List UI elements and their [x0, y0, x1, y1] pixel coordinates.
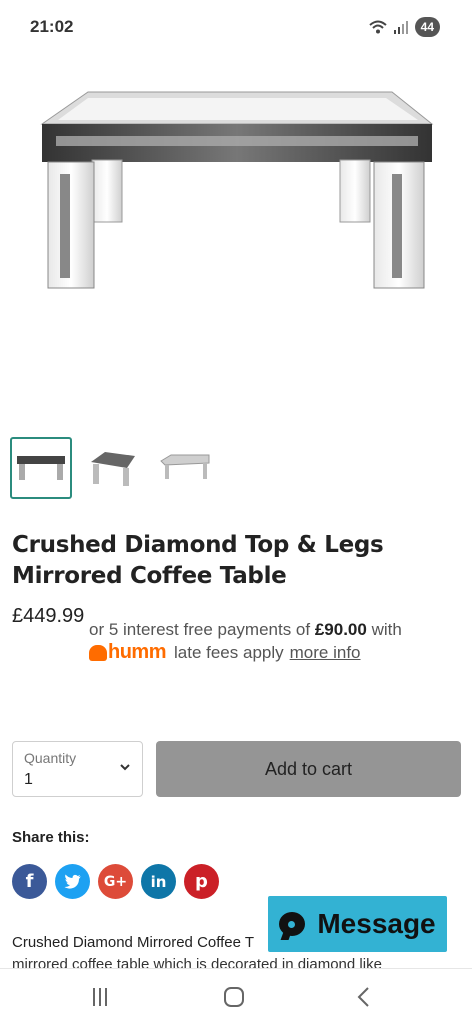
facebook-icon: f — [25, 871, 34, 892]
chevron-down-icon — [120, 764, 130, 771]
wifi-icon — [368, 20, 387, 34]
twitter-share-button[interactable] — [55, 864, 90, 899]
product-price: £449.99 — [12, 605, 85, 627]
quantity-select[interactable]: Quantity 1 — [12, 741, 143, 797]
chat-icon — [279, 912, 306, 936]
product-main-image[interactable] — [0, 56, 472, 416]
linkedin-icon: in — [150, 872, 167, 891]
humm-text-pre: or 5 interest free payments of — [89, 620, 315, 639]
battery-badge: 44 — [414, 17, 440, 37]
share-buttons: f G+ in p — [12, 864, 219, 899]
twitter-icon — [64, 874, 81, 889]
system-nav-bar — [0, 968, 472, 1024]
thumbnail-2[interactable] — [82, 437, 144, 499]
description-line-2: mirrored coffee table which is decorated… — [12, 956, 382, 968]
humm-logo: humm — [89, 641, 167, 664]
share-label: Share this: — [12, 829, 90, 846]
recent-apps-icon[interactable] — [93, 988, 111, 1006]
message-chat-button[interactable]: Message — [268, 896, 447, 952]
google-plus-icon: G+ — [103, 873, 128, 890]
quantity-value: 1 — [24, 771, 33, 788]
thumbnail-strip — [10, 437, 216, 499]
humm-line: humm late fees apply more info — [89, 641, 361, 664]
pinterest-icon: p — [195, 871, 208, 892]
thumbnail-3[interactable] — [154, 437, 216, 499]
home-icon[interactable] — [224, 987, 244, 1007]
add-to-cart-button[interactable]: Add to cart — [156, 741, 461, 797]
facebook-share-button[interactable]: f — [12, 864, 47, 899]
linkedin-share-button[interactable]: in — [141, 864, 176, 899]
status-icons: 44 — [368, 17, 440, 37]
status-time: 21:02 — [30, 17, 74, 36]
humm-installment-text: or 5 interest free payments of £90.00 wi… — [89, 618, 469, 642]
pinterest-share-button[interactable]: p — [184, 864, 219, 899]
humm-text-post: with — [366, 620, 402, 639]
humm-amount: £90.00 — [314, 620, 367, 639]
product-title: Crushed Diamond Top & Legs Mirrored Coff… — [12, 532, 384, 589]
humm-logo-icon — [89, 644, 107, 661]
status-bar: 21:02 44 — [0, 0, 472, 56]
google-plus-share-button[interactable]: G+ — [98, 864, 133, 899]
back-icon[interactable] — [356, 986, 370, 1008]
signal-icon — [393, 21, 408, 34]
thumbnail-1[interactable] — [10, 437, 72, 499]
late-fees-text: late fees apply — [174, 642, 284, 662]
quantity-label: Quantity — [24, 750, 77, 766]
more-info-link[interactable]: more info — [290, 643, 361, 663]
message-label: Message — [317, 908, 436, 939]
